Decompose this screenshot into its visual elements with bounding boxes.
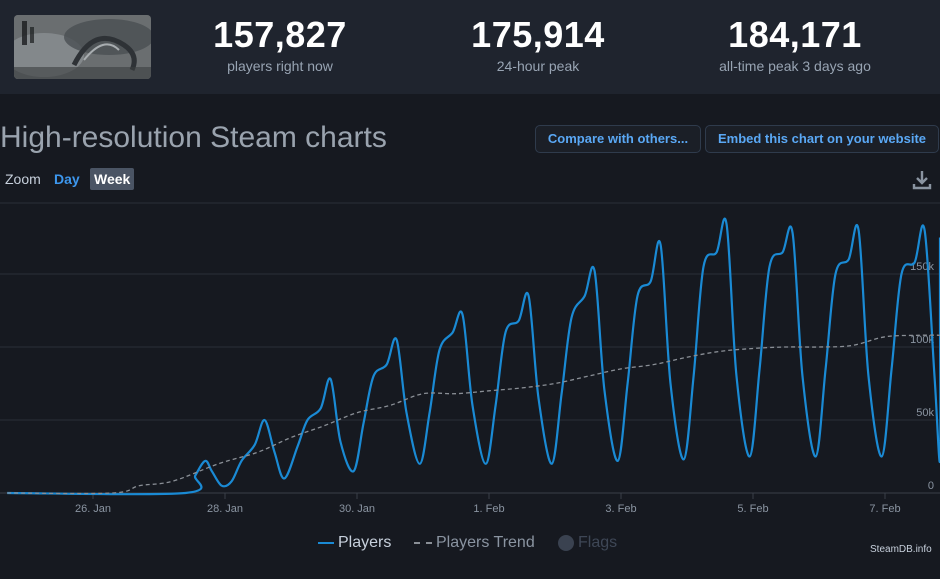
stat-24h-peak: 175,914 24-hour peak (408, 14, 668, 74)
zoom-week-button[interactable]: Week (90, 168, 135, 190)
x-tick-label: 3. Feb (605, 503, 636, 515)
stat-players-now: 157,827 players right now (150, 14, 410, 74)
zoom-day-button[interactable]: Day (50, 168, 84, 190)
y-tick-label: 50k (916, 407, 934, 419)
x-tick-label: 30. Jan (339, 503, 375, 515)
players-line-swatch (318, 541, 334, 544)
alltime-peak-label: all-time peak 3 days ago (719, 58, 871, 74)
legend-players[interactable]: Players (318, 534, 391, 552)
players-now-value: 157,827 (213, 14, 347, 55)
x-tick-label: 26. Jan (75, 503, 111, 515)
peak-24h-value: 175,914 (471, 14, 605, 55)
chart-x-axis-labels: 26. Jan 28. Jan 30. Jan 1. Feb 3. Feb 5. Feb 7… (75, 503, 901, 515)
alltime-peak-value: 184,171 (728, 14, 862, 55)
legend-flags-label: Flags (578, 534, 618, 551)
game-thumbnail-image[interactable] (14, 15, 151, 79)
x-tick-label: 28. Jan (207, 503, 243, 515)
page-title: High-resolution Steam charts (0, 121, 387, 154)
x-tick-label: 5. Feb (737, 503, 768, 515)
x-tick-label: 1. Feb (473, 503, 504, 515)
legend-trend-label: Players Trend (436, 534, 535, 551)
embed-chart-button[interactable]: Embed this chart on your website (705, 125, 939, 153)
legend-players-trend[interactable]: Players Trend (414, 534, 535, 552)
players-line (7, 217, 940, 496)
chart-series (7, 217, 940, 496)
zoom-label: Zoom (5, 171, 41, 187)
download-icon[interactable] (910, 168, 934, 192)
players-now-label: players right now (227, 58, 333, 74)
chart-gridlines (0, 202, 940, 494)
x-tick-label: 7. Feb (869, 503, 900, 515)
compare-button[interactable]: Compare with others... (535, 125, 701, 153)
steamdb-credit: SteamDB.info (870, 544, 932, 555)
legend-flags[interactable]: Flags (558, 534, 617, 552)
stat-alltime-peak: 184,171 all-time peak 3 days ago (665, 14, 925, 74)
trend-line-swatch (414, 541, 432, 544)
peak-24h-label: 24-hour peak (496, 58, 580, 74)
y-tick-label: 0 (928, 480, 934, 492)
stats-header: 157,827 players right now 175,914 24-hou… (0, 0, 940, 94)
flags-marker-icon (558, 534, 574, 551)
chart-x-ticks (92, 493, 886, 499)
legend-players-label: Players (338, 534, 392, 551)
player-count-chart: 050k100k150k 26. Jan 28. Jan 30. Jan 1. Feb… (0, 202, 940, 515)
